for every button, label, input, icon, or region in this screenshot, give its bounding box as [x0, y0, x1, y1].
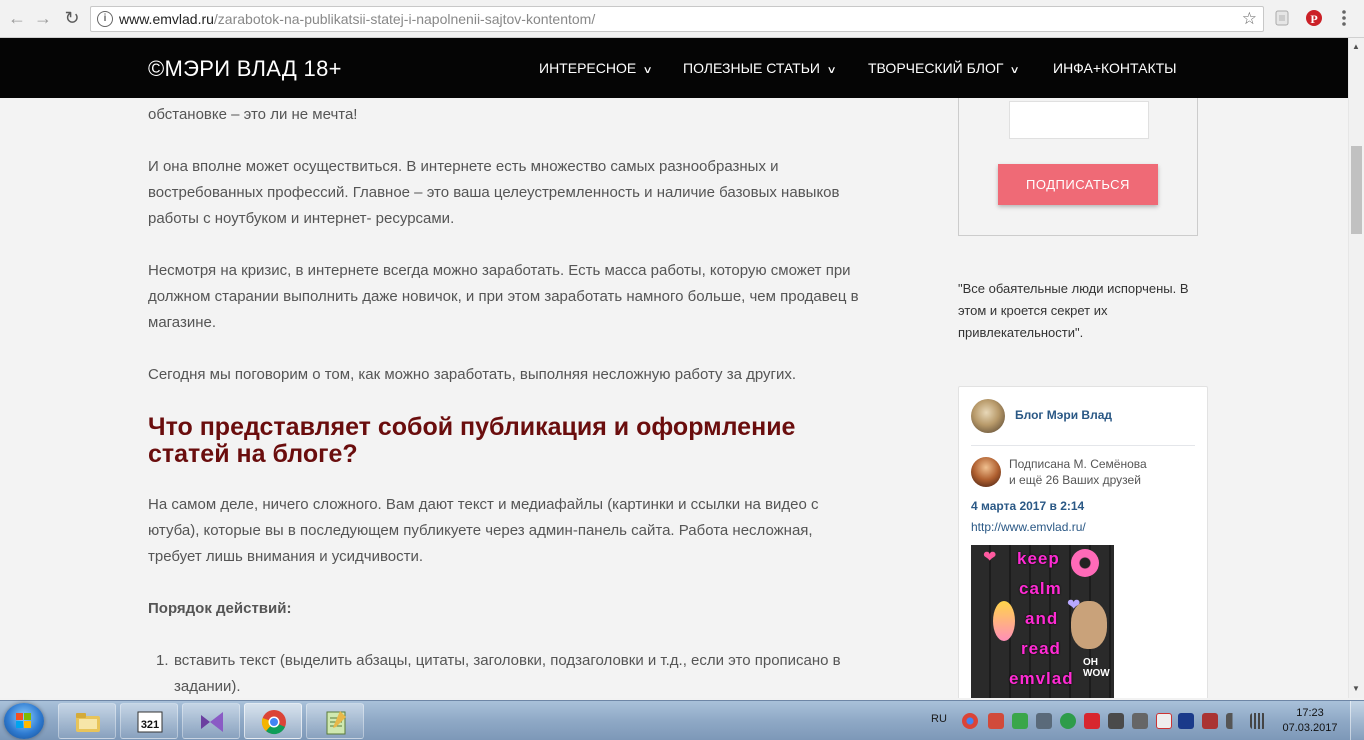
pineapple-sticker-icon: [993, 601, 1015, 641]
network-adapter-icon[interactable]: [1036, 713, 1052, 729]
taskbar-notepad[interactable]: [306, 703, 364, 739]
image-badge: OH WOW: [1083, 657, 1110, 679]
network-signal-icon[interactable]: [1250, 713, 1266, 729]
forward-icon[interactable]: →: [32, 7, 54, 29]
image-word: emvlad: [1009, 669, 1074, 688]
friend-avatar[interactable]: [971, 457, 1001, 487]
media-player-icon: 321: [137, 711, 163, 733]
site-logo[interactable]: ©МЭРИ ВЛАД 18+: [148, 56, 342, 82]
taskbar-media-player[interactable]: 321: [120, 703, 178, 739]
menu-item-creative-blog[interactable]: ТВОРЧЕСКИЙ БЛОГ ∨: [868, 60, 1021, 76]
article-paragraph: Сегодня мы поговорим о том, как можно за…: [148, 366, 797, 383]
menu-item-useful-articles[interactable]: ПОЛЕЗНЫЕ СТАТЬИ ∨: [683, 60, 837, 76]
article-paragraph: На самом деле, ничего сложного. Вам дают…: [148, 496, 819, 565]
windows-logo-icon: [16, 713, 32, 729]
donut-sticker-icon: [1071, 549, 1099, 577]
chrome-icon: [261, 710, 286, 735]
bookmark-star-icon[interactable]: ☆: [1242, 9, 1257, 29]
visual-studio-icon: [201, 712, 223, 732]
taskbar-file-explorer[interactable]: [58, 703, 116, 739]
recorder-tray-icon[interactable]: [1084, 713, 1100, 729]
notepad-icon: [326, 711, 346, 735]
friends-line: Подписана М. Семёнова: [1009, 457, 1147, 471]
taskbar-visual-studio[interactable]: [182, 703, 240, 739]
post-image[interactable]: ❤ ❤ keep calm and read emvlad OH WOW: [971, 545, 1114, 698]
subscribe-button[interactable]: ПОДПИСАТЬСЯ: [998, 164, 1158, 205]
svg-text:321: 321: [141, 719, 159, 731]
email-field[interactable]: [1009, 101, 1149, 139]
tray-app-icon[interactable]: [1108, 713, 1124, 729]
group-avatar[interactable]: [971, 399, 1005, 433]
site-info-icon[interactable]: i: [97, 11, 113, 27]
divider: [971, 445, 1195, 446]
subscribe-widget: ПОДПИСАТЬСЯ: [958, 98, 1198, 236]
friends-line: и ещё 26 Ваших друзей: [1009, 473, 1141, 487]
browser-toolbar: ← → ↻ i www.emvlad.ru/zarabotok-na-publi…: [0, 0, 1364, 38]
sync-tray-icon[interactable]: [1060, 713, 1076, 729]
tray-app-icon[interactable]: [1202, 713, 1218, 729]
tray-app-icon[interactable]: [988, 713, 1004, 729]
page-content: начальником. Зарабатывать свои денежки, …: [0, 98, 1348, 698]
menu-item-contacts[interactable]: ИНФА+КОНТАКТЫ: [1053, 60, 1177, 76]
image-word: and: [1025, 609, 1059, 628]
address-bar[interactable]: i www.emvlad.ru/zarabotok-na-publikatsii…: [90, 6, 1264, 32]
article-paragraph: И она вполне может осуществиться. В инте…: [148, 158, 840, 227]
scroll-up-icon[interactable]: ▲: [1352, 42, 1360, 51]
friends-subscribed: Подписана М. Семёнова и ещё 26 Ваших дру…: [1009, 456, 1199, 488]
clock-date: 07.03.2017: [1282, 722, 1338, 734]
article-paragraph: начальником. Зарабатывать свои денежки, …: [148, 106, 358, 123]
image-word: read: [1021, 639, 1061, 658]
site-header: ©МЭРИ ВЛАД 18+ ИНТЕРЕСНОЕ ∨ ПОЛЕЗНЫЕ СТАТ…: [0, 38, 1348, 98]
list-number: 1.: [156, 652, 169, 669]
chevron-down-icon: ∨: [1009, 65, 1021, 76]
taskbar-chrome[interactable]: [244, 703, 302, 739]
group-name-link[interactable]: Блог Мэри Влад: [1015, 408, 1112, 422]
heart-sticker-icon: ❤: [983, 549, 997, 566]
post-date-link[interactable]: 4 марта 2017 в 2:14: [971, 499, 1084, 513]
menu-label: ПОЛЕЗНЫЕ СТАТЬИ: [683, 60, 820, 76]
list-text: вставить текст (выделить абзацы, цитаты,…: [174, 652, 841, 695]
chevron-down-icon: ∨: [826, 65, 837, 76]
article-paragraph: Несмотря на кризис, в интернете всегда м…: [148, 262, 859, 331]
chrome-menu-icon[interactable]: [1334, 8, 1354, 28]
steps-title: Порядок действий:: [148, 600, 292, 617]
system-clock[interactable]: 17:23 07.03.2017: [1280, 706, 1340, 736]
heart-sticker-icon: ❤: [1067, 597, 1081, 614]
image-word: calm: [1019, 579, 1062, 598]
back-icon[interactable]: ←: [6, 7, 28, 29]
clock-time: 17:23: [1296, 707, 1324, 719]
vk-widget: Блог Мэри Влад Подписана М. Семёнова и е…: [958, 386, 1208, 698]
page-scrollbar[interactable]: ▲ ▼: [1348, 38, 1364, 698]
post-url-link[interactable]: http://www.emvlad.ru/: [971, 520, 1086, 534]
reload-icon[interactable]: ↻: [61, 7, 83, 29]
extension-icon[interactable]: [1272, 8, 1292, 28]
menu-label: ТВОРЧЕСКИЙ БЛОГ: [868, 60, 1004, 76]
chrome-tray-icon[interactable]: [962, 713, 978, 729]
menu-item-interesting[interactable]: ИНТЕРЕСНОЕ ∨: [539, 60, 653, 76]
antivirus-tray-icon[interactable]: [1012, 713, 1028, 729]
image-word: keep: [1017, 549, 1060, 568]
language-indicator[interactable]: RU: [931, 713, 947, 725]
scroll-thumb[interactable]: [1351, 146, 1362, 234]
sidebar-quote: "Все обаятельные люди испорчены. В этом …: [958, 281, 1189, 340]
volume-icon[interactable]: [1226, 713, 1242, 729]
menu-label: ИНТЕРЕСНОЕ: [539, 60, 637, 76]
article-heading: Что представляет собой публикация и офор…: [148, 413, 796, 468]
pinterest-icon[interactable]: P: [1304, 8, 1324, 28]
url-text[interactable]: www.emvlad.ru/zarabotok-na-publikatsii-s…: [119, 11, 595, 27]
scroll-down-icon[interactable]: ▼: [1352, 684, 1360, 693]
start-button[interactable]: [4, 703, 44, 739]
windows-taskbar: 321 RU 17:23 07.03.2017: [0, 700, 1364, 740]
tray-app-icon[interactable]: [1156, 713, 1172, 729]
menu-label: ИНФА+КОНТАКТЫ: [1053, 60, 1177, 76]
ru-tray-icon[interactable]: [1178, 713, 1194, 729]
chevron-down-icon: ∨: [642, 65, 653, 76]
folder-icon: [76, 713, 100, 732]
display-tray-icon[interactable]: [1132, 713, 1148, 729]
svg-text:P: P: [1310, 12, 1317, 26]
show-desktop-button[interactable]: [1350, 701, 1364, 740]
